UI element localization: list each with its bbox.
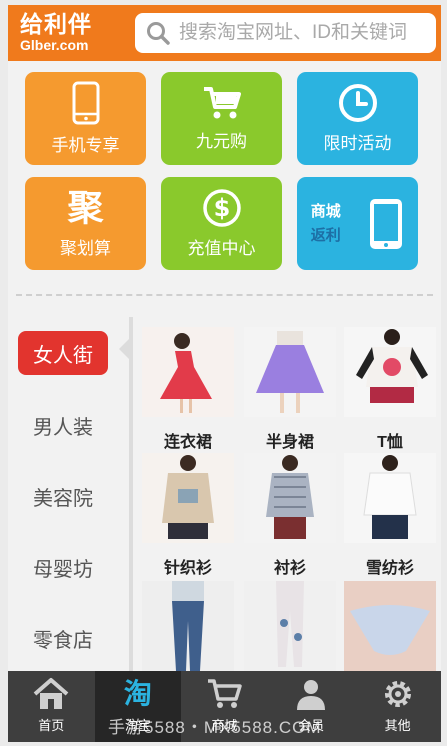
nav-label: 首页 — [38, 718, 65, 733]
product-label: 半身裙 — [265, 434, 314, 451]
tile-label-line2: 返利 — [310, 226, 341, 244]
product-shirt[interactable]: 衬衫 — [244, 453, 336, 578]
tile-nine-yuan[interactable]: 九元购 — [161, 72, 282, 165]
product-knitwear[interactable]: 针织衫 — [142, 453, 234, 578]
product-chiffon[interactable]: 雪纺衫 — [344, 453, 436, 578]
dollar-icon: $ — [202, 189, 241, 227]
tile-label: 九元购 — [196, 132, 247, 151]
search-input[interactable] — [179, 22, 431, 44]
product-image — [142, 453, 234, 543]
gear-icon — [384, 681, 411, 707]
nav-home[interactable]: 首页 — [8, 671, 95, 742]
tile-recharge-center[interactable]: $ 充值中心 — [161, 177, 282, 270]
tile-mobile-exclusive[interactable]: 手机专享 — [25, 72, 146, 165]
cart-icon — [208, 679, 243, 708]
category-beauty[interactable]: 美容院 — [18, 474, 108, 518]
main-panel: 手机专享 九元购 限时活动 聚 聚划算 $ 充值中心 商城 返利 女人街 男人装… — [8, 61, 441, 671]
app-header: 给利伴 Glber.com — [8, 5, 441, 61]
product-tshirt[interactable]: T恤 — [344, 327, 436, 452]
product-label: 针织衫 — [163, 560, 212, 577]
tablet-icon — [370, 198, 403, 249]
product-leggings[interactable] — [244, 581, 336, 676]
active-pointer — [119, 338, 130, 360]
product-image — [344, 581, 436, 671]
tile-label-line1: 商城 — [310, 202, 341, 220]
user-icon — [297, 680, 326, 710]
product-label: T恤 — [377, 434, 403, 451]
product-label: 雪纺衫 — [365, 560, 414, 577]
tile-label: 充值中心 — [187, 239, 256, 258]
product-image — [344, 327, 436, 417]
logo-cn: 给利伴 — [20, 11, 92, 37]
home-icon — [33, 678, 69, 709]
product-skirt[interactable]: 半身裙 — [244, 327, 336, 452]
search-icon — [147, 22, 170, 45]
product-label: 衬衫 — [273, 560, 306, 577]
product-image — [142, 581, 234, 671]
sidebar-separator — [129, 317, 133, 671]
watermark: 手游5588・MX5588.COM — [108, 718, 322, 737]
tile-label: 聚划算 — [60, 239, 111, 258]
category-women[interactable]: 女人街 — [18, 331, 108, 375]
taobao-icon: 淘 — [123, 678, 152, 709]
product-image — [244, 581, 336, 671]
cart-icon — [203, 87, 241, 119]
product-image — [244, 327, 336, 417]
tile-label: 限时活动 — [323, 134, 392, 153]
logo-en: Glber.com — [20, 37, 89, 53]
tile-juhuasuan[interactable]: 聚 聚划算 — [25, 177, 146, 270]
product-underwear[interactable] — [344, 581, 436, 676]
section-divider — [16, 294, 433, 296]
product-image — [142, 327, 234, 417]
category-snacks[interactable]: 零食店 — [18, 616, 108, 660]
tile-limited-time[interactable]: 限时活动 — [297, 72, 418, 165]
search-box[interactable] — [135, 13, 436, 53]
clock-icon — [338, 84, 377, 122]
product-image — [244, 453, 336, 543]
nav-other[interactable]: 其他 — [354, 671, 441, 742]
phone-icon — [72, 81, 99, 125]
product-image — [344, 453, 436, 543]
category-men[interactable]: 男人装 — [18, 403, 108, 447]
tile-label: 手机专享 — [51, 136, 120, 155]
category-mother-baby[interactable]: 母婴坊 — [18, 545, 108, 589]
product-jeans[interactable] — [142, 581, 234, 676]
mall-rebate-text: 商城 返利 — [311, 200, 341, 248]
product-dress[interactable]: 连衣裙 — [142, 327, 234, 452]
logo[interactable]: 给利伴 Glber.com — [8, 5, 134, 61]
tile-mall-rebate[interactable]: 商城 返利 — [297, 177, 418, 270]
product-label: 连衣裙 — [163, 434, 212, 451]
svg-text:$: $ — [213, 194, 230, 222]
ju-glyph: 聚 — [67, 187, 104, 228]
nav-label: 其他 — [384, 718, 411, 733]
